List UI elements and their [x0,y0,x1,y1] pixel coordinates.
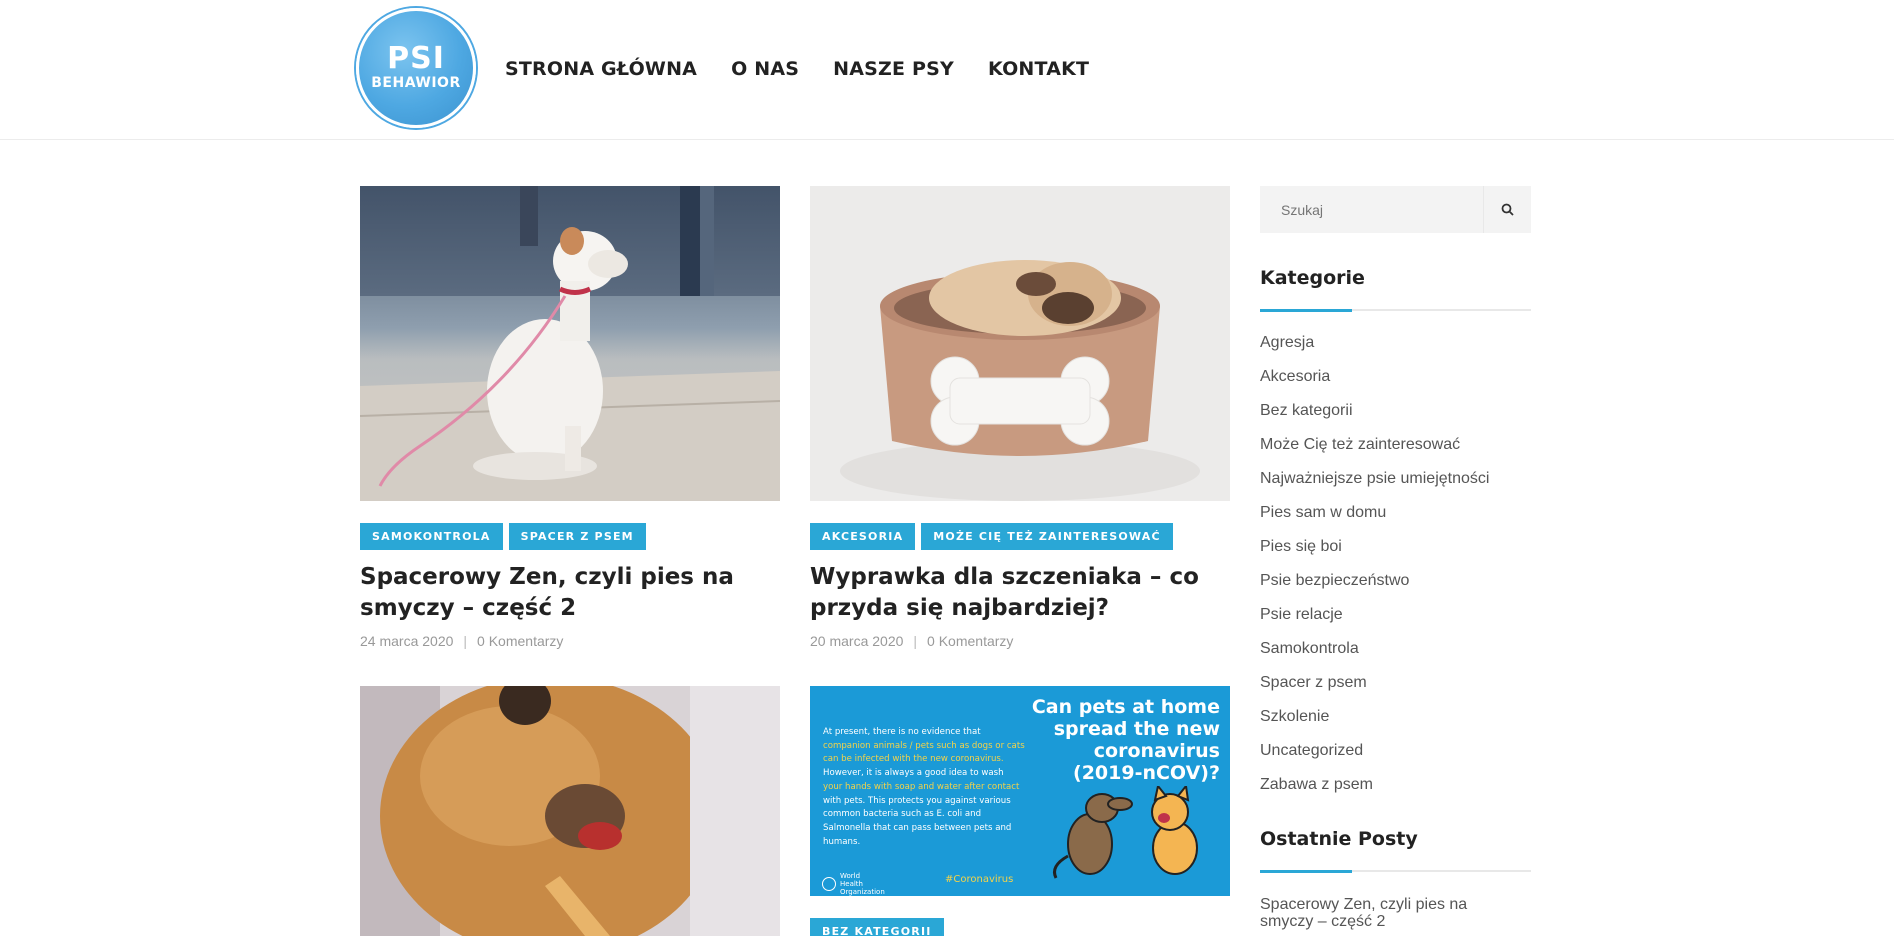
post-thumbnail-who-infographic[interactable]: Can pets at home spread the new coronavi… [810,686,1230,896]
post-card: SAMOKONTROLA SPACER Z PSEM Spacerowy Zen… [360,186,780,649]
main-nav: STRONA GŁÓWNA O NAS NASZE PSY KONTAKT [505,58,1089,80]
recent-post-link[interactable]: Spacerowy Zen, czyli pies na smyczy – cz… [1260,896,1490,930]
post-thumbnail-puppy-in-bowl[interactable] [810,186,1230,501]
category-item[interactable]: Bez kategorii [1260,401,1489,435]
who-label: World Health Organization [840,872,885,896]
search-button[interactable] [1483,186,1531,233]
body-line: your hands with soap and water after con… [823,781,1020,792]
category-item[interactable]: Spacer z psem [1260,673,1489,707]
infographic-hashtag: #Coronavirus [945,874,1014,885]
post-tags: AKCESORIA MOŻE CIĘ TEŻ ZAINTERESOWAĆ [810,523,1173,550]
category-item[interactable]: Psie relacje [1260,605,1489,639]
nav-home[interactable]: STRONA GŁÓWNA [505,58,697,80]
nav-contact[interactable]: KONTAKT [988,58,1089,80]
post-date[interactable]: 20 marca 2020 [810,633,903,649]
search-input[interactable] [1260,186,1483,233]
post-thumbnail-terrier-chewing[interactable] [360,686,780,936]
post-tags: BEZ KATEGORII [810,918,944,936]
post-comments[interactable]: 0 Komentarzy [927,633,1013,649]
post-comments[interactable]: 0 Komentarzy [477,633,563,649]
tag-spacer-z-psem[interactable]: SPACER Z PSEM [508,523,646,550]
infographic-headline: Can pets at home spread the new coronavi… [1031,696,1220,784]
body-line: At present, there is no evidence that [823,727,981,737]
tag-samokontrola[interactable]: SAMOKONTROLA [360,523,503,550]
site-header: PSI BEHAWIOR STRONA GŁÓWNA O NAS NASZE P… [0,0,1894,140]
categories-list: Agresja Akcesoria Bez kategorii Może Cię… [1260,333,1489,809]
categories-heading: Kategorie [1260,267,1365,289]
category-item[interactable]: Psie bezpieczeństwo [1260,571,1489,605]
post-meta: 24 marca 2020 | 0 Komentarzy [360,633,563,649]
body-line: Salmonella that can pass between pets an… [823,822,1012,833]
who-logo: World Health Organization [822,872,885,896]
category-item[interactable]: Agresja [1260,333,1489,367]
site-logo[interactable]: PSI BEHAWIOR [356,8,476,128]
body-line: However, it is always a good idea to was… [823,768,1004,779]
post-meta: 20 marca 2020 | 0 Komentarzy [810,633,1013,649]
tag-akcesoria[interactable]: AKCESORIA [810,523,916,550]
search-icon [1501,203,1514,216]
who-emblem-icon [822,877,836,891]
category-item[interactable]: Uncategorized [1260,741,1489,775]
post-title[interactable]: Spacerowy Zen, czyli pies na smyczy – cz… [360,562,790,624]
post-title[interactable]: Wyprawka dla szczeniaka – co przyda się … [810,562,1240,624]
dog-and-cat-illustration [1053,786,1198,879]
heading-underline [1260,309,1531,312]
infographic-body: At present, there is no evidence that co… [823,726,1043,849]
logo-line1: PSI [387,41,445,76]
post-card: AKCESORIA MOŻE CIĘ TEŻ ZAINTERESOWAĆ Wyp… [810,186,1230,649]
logo-line2: BEHAWIOR [371,75,461,91]
category-item[interactable]: Samokontrola [1260,639,1489,673]
category-item[interactable]: Zabawa z psem [1260,775,1489,809]
nav-about[interactable]: O NAS [731,58,799,80]
post-date[interactable]: 24 marca 2020 [360,633,453,649]
recent-posts-heading: Ostatnie Posty [1260,828,1418,850]
category-item[interactable]: Pies się boi [1260,537,1489,571]
post-card [360,686,780,936]
body-line: companion animals / pets such as dogs or… [823,740,1025,751]
meta-separator: | [463,633,468,649]
body-line: with pets. This protects you against var… [823,795,1011,806]
post-card: Can pets at home spread the new coronavi… [810,686,1230,936]
post-tags: SAMOKONTROLA SPACER Z PSEM [360,523,646,550]
body-line: humans. [823,836,861,847]
heading-underline [1260,870,1531,873]
category-item[interactable]: Szkolenie [1260,707,1489,741]
category-item[interactable]: Akcesoria [1260,367,1489,401]
tag-bez-kategorii[interactable]: BEZ KATEGORII [810,918,944,936]
category-item[interactable]: Może Cię też zainteresować [1260,435,1489,469]
category-item[interactable]: Pies sam w domu [1260,503,1489,537]
body-line: common bacteria such as E. coli and [823,809,982,820]
nav-our-dogs[interactable]: NASZE PSY [833,58,954,80]
search-box [1260,186,1531,233]
body-line: can be infected with the new coronavirus… [823,754,1004,765]
category-item[interactable]: Najważniejsze psie umiejętności [1260,469,1489,503]
tag-moze-cie-tez-zainteresowac[interactable]: MOŻE CIĘ TEŻ ZAINTERESOWAĆ [921,523,1173,550]
meta-separator: | [913,633,918,649]
post-thumbnail-dog-on-leash[interactable] [360,186,780,501]
